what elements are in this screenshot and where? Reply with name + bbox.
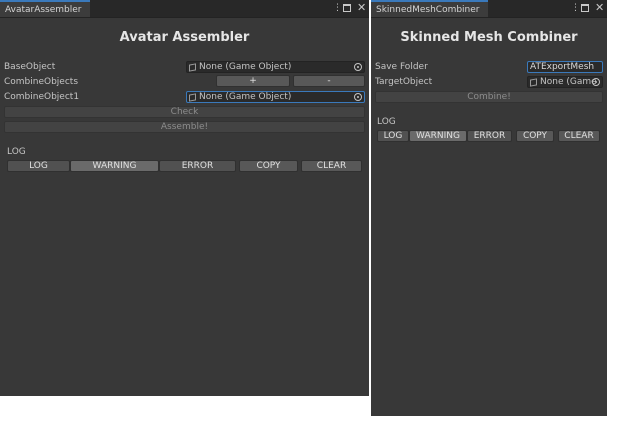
game-object-icon (530, 78, 537, 87)
base-object-value: None (Game Object) (199, 62, 292, 72)
combine-object1-label: CombineObject1 (4, 92, 80, 102)
tab-bar: AvatarAssembler ⋮ ✕ (0, 0, 369, 18)
target-object-value: None (Game (540, 77, 597, 87)
object-picker-icon[interactable] (354, 93, 362, 101)
window-controls: ⋮ ✕ (571, 2, 604, 14)
tab-skinned-mesh-combiner[interactable]: SkinnedMeshCombiner (371, 0, 488, 17)
assemble-button[interactable]: Assemble! (4, 121, 365, 133)
menu-icon[interactable]: ⋮ (571, 2, 580, 14)
avatar-assembler-window: AvatarAssembler ⋮ ✕ Avatar Assembler Bas… (0, 0, 369, 396)
maximize-icon[interactable] (343, 4, 351, 12)
target-object-field[interactable]: None (Game (527, 76, 603, 88)
tab-bar: SkinnedMeshCombiner ⋮ ✕ (371, 0, 607, 18)
warning-filter-toggle[interactable]: WARNING (409, 130, 467, 142)
game-object-icon (189, 93, 196, 102)
base-object-field[interactable]: None (Game Object) (186, 61, 365, 73)
close-icon[interactable]: ✕ (357, 2, 366, 14)
add-combine-object-button[interactable]: + (216, 75, 290, 87)
clear-button[interactable]: CLEAR (558, 130, 600, 142)
object-picker-icon[interactable] (592, 78, 600, 86)
combine-object1-field[interactable]: None (Game Object) (186, 91, 365, 103)
base-object-label: BaseObject (4, 62, 56, 72)
menu-icon[interactable]: ⋮ (333, 2, 342, 14)
copy-button[interactable]: COPY (239, 160, 298, 172)
combine-object1-value: None (Game Object) (199, 92, 292, 102)
combine-objects-label: CombineObjects (4, 77, 79, 87)
save-folder-label: Save Folder (375, 62, 428, 72)
combine-button[interactable]: Combine! (375, 91, 603, 103)
close-icon[interactable]: ✕ (595, 2, 604, 14)
window-controls: ⋮ ✕ (333, 2, 366, 14)
log-heading: LOG (7, 147, 26, 157)
clear-button[interactable]: CLEAR (301, 160, 362, 172)
object-picker-icon[interactable] (354, 63, 362, 71)
log-filter-toggle[interactable]: LOG (7, 160, 70, 172)
warning-filter-toggle[interactable]: WARNING (70, 160, 159, 172)
skinned-mesh-combiner-window: SkinnedMeshCombiner ⋮ ✕ Skinned Mesh Com… (371, 0, 607, 416)
log-filter-toggle[interactable]: LOG (377, 130, 409, 142)
game-object-icon (189, 63, 196, 72)
tab-avatar-assembler[interactable]: AvatarAssembler (0, 0, 90, 17)
window-title: Avatar Assembler (119, 30, 250, 45)
remove-combine-object-button[interactable]: - (293, 75, 365, 87)
check-button[interactable]: Check (4, 106, 365, 118)
error-filter-toggle[interactable]: ERROR (467, 130, 512, 142)
save-folder-input[interactable]: ATExportMesh (527, 61, 603, 73)
copy-button[interactable]: COPY (516, 130, 554, 142)
log-heading: LOG (377, 117, 396, 127)
window-title: Skinned Mesh Combiner (400, 30, 578, 45)
error-filter-toggle[interactable]: ERROR (159, 160, 236, 172)
maximize-icon[interactable] (581, 4, 589, 12)
target-object-label: TargetObject (375, 77, 433, 87)
